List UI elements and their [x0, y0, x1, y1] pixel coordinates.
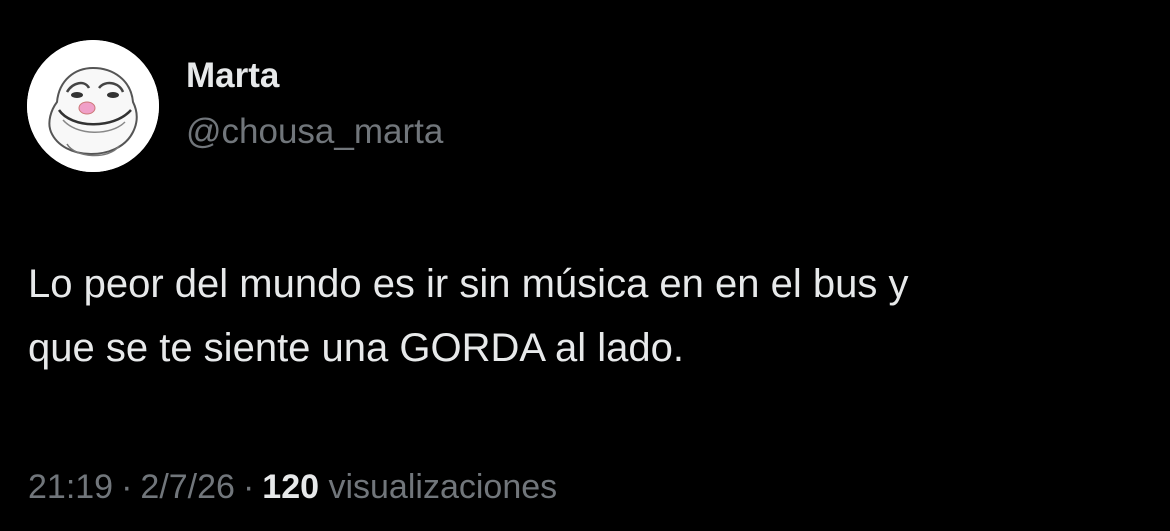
avatar[interactable] — [27, 40, 159, 172]
meta-separator: · — [242, 468, 255, 506]
tweet-text: Lo peor del mundo es ir sin música en en… — [28, 252, 1148, 380]
tweet-text-line: Lo peor del mundo es ir sin música en en… — [28, 262, 909, 306]
tweet-text-line: que se te siente una GORDA al lado. — [28, 326, 684, 370]
frog-meme-avatar-icon — [27, 40, 159, 172]
tweet-date[interactable]: 2/7/26 — [140, 468, 235, 506]
views-label: visualizaciones — [328, 468, 558, 506]
meta-separator: · — [121, 468, 133, 506]
tweet-card: Marta @chousa_marta Lo peor del mundo es… — [0, 0, 1170, 531]
tweet-meta: 21:19 · 2/7/26 · 120 visualizaciones — [28, 470, 557, 504]
tweet-time[interactable]: 21:19 — [28, 468, 113, 506]
views-count: 120 — [262, 468, 320, 506]
author-display-name[interactable]: Marta — [186, 58, 279, 93]
author-handle[interactable]: @chousa_marta — [186, 114, 443, 149]
